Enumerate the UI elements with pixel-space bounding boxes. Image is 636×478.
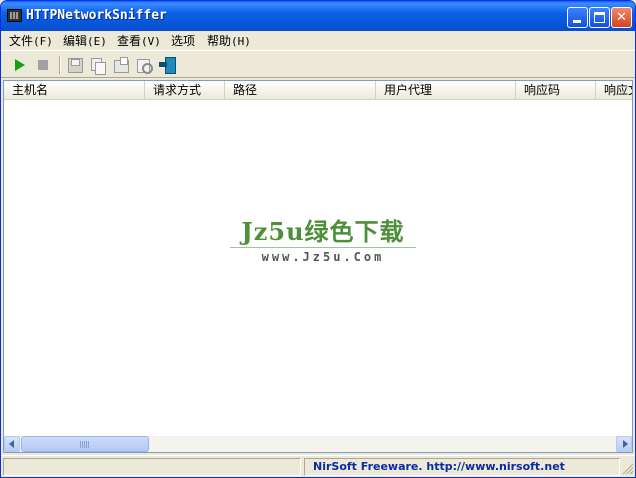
watermark-sub: www.Jz5u.Com [230,247,416,265]
watermark-main: Jz5u绿色下载 [241,217,405,246]
resize-grip-icon[interactable] [621,462,633,474]
column-path[interactable]: 路径 [225,81,376,99]
list-header: 主机名 请求方式 路径 用户代理 响应码 响应文 [4,81,632,100]
menu-edit[interactable]: 编辑(E) [63,33,107,49]
minimize-icon [573,20,581,23]
menu-view[interactable]: 查看(V) [117,33,161,49]
menu-options-label: 选项 [171,34,196,48]
exit-icon[interactable] [158,56,176,74]
menu-file[interactable]: 文件(F) [9,33,53,49]
maximize-icon [594,12,605,23]
horizontal-scrollbar[interactable] [4,436,632,452]
menu-edit-label: 编辑 [63,34,88,48]
column-host[interactable]: 主机名 [4,81,145,99]
status-panel-right[interactable]: NirSoft Freeware. http://www.nirsoft.net [304,458,620,476]
close-button[interactable]: ✕ [611,7,632,28]
maximize-button[interactable] [589,7,610,28]
save-icon[interactable] [66,56,84,74]
app-icon[interactable] [7,9,22,22]
grip-icon [80,441,89,448]
column-response-code[interactable]: 响应码 [516,81,596,99]
properties-icon[interactable] [112,56,130,74]
toolbar [1,52,635,78]
window-title: HTTPNetworkSniffer [26,8,167,23]
packet-list[interactable]: 主机名 请求方式 路径 用户代理 响应码 响应文 Jz5u绿色下载 www.Jz… [3,80,633,453]
play-icon[interactable] [11,56,29,74]
close-icon: ✕ [616,10,627,25]
toolbar-separator [59,56,61,74]
column-user-agent[interactable]: 用户代理 [376,81,516,99]
minimize-button[interactable] [567,7,588,28]
nirsoft-link[interactable]: NirSoft Freeware. http://www.nirsoft.net [313,460,565,473]
scroll-thumb[interactable] [21,436,149,452]
menu-help-accel: (H) [231,35,251,48]
title-bar[interactable]: HTTPNetworkSniffer ✕ [1,1,635,31]
menu-edit-accel: (E) [87,35,107,48]
app-window: HTTPNetworkSniffer ✕ 文件(F) 编辑(E) 查看(V) 选… [0,0,636,478]
status-bar: NirSoft Freeware. http://www.nirsoft.net [1,455,635,477]
column-method[interactable]: 请求方式 [145,81,225,99]
find-icon[interactable] [135,56,153,74]
menu-help-label: 帮助 [207,34,232,48]
menu-bar: 文件(F) 编辑(E) 查看(V) 选项 帮助(H) [1,31,635,51]
watermark: Jz5u绿色下载 www.Jz5u.Com [230,217,416,265]
stop-icon[interactable] [34,56,52,74]
menu-help[interactable]: 帮助(H) [207,33,251,49]
scroll-left-button[interactable] [4,436,20,452]
status-panel-left [3,458,301,476]
menu-file-label: 文件 [9,34,34,48]
menu-view-label: 查看 [117,34,142,48]
scroll-right-button[interactable] [616,436,632,452]
menu-view-accel: (V) [141,35,161,48]
menu-options[interactable]: 选项 [171,33,195,49]
column-response-text[interactable]: 响应文 [596,81,632,99]
copy-icon[interactable] [89,56,107,75]
menu-file-accel: (F) [33,35,53,48]
